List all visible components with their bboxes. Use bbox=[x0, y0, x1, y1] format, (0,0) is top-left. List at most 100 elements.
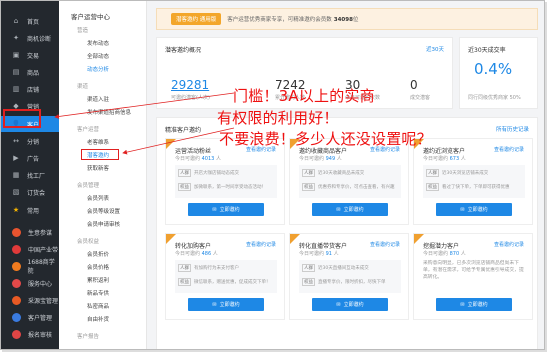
menu-group[interactable]: 客户报告 bbox=[77, 332, 99, 340]
rate-benchmark: 同行同级优秀商家 50% bbox=[468, 95, 521, 101]
nav-app-0[interactable]: 生意参谋 bbox=[1, 224, 59, 240]
invite-now-button[interactable]: ✉ 立即邀约 bbox=[436, 298, 512, 311]
nav-app-3[interactable]: 服务中心 bbox=[1, 275, 59, 291]
invite-count: 今日可邀约 870 人 bbox=[423, 251, 466, 257]
customer-highlight-box bbox=[3, 109, 41, 128]
nav-app-1[interactable]: 中国产业带 bbox=[1, 241, 59, 257]
annotation-line-3: 不要浪费！多少人还没设置呢？ bbox=[219, 130, 432, 148]
detail-tag: 人群 bbox=[178, 169, 191, 177]
nav-item-2[interactable]: ▣ 交易 bbox=[1, 47, 59, 63]
app-icon bbox=[12, 261, 21, 271]
nav-item-3[interactable]: ▤ 商品 bbox=[1, 64, 59, 80]
menu-group[interactable]: 客户运营 bbox=[77, 125, 99, 133]
nav-item-9[interactable]: ▦ 找工厂 bbox=[1, 167, 59, 183]
invite-count: 今日可邀约 486 人 bbox=[175, 251, 218, 257]
nav-app-label: 报名审核 bbox=[28, 331, 53, 339]
nav-app-4[interactable]: 采源宝管理 bbox=[1, 292, 59, 308]
invite-card: 转化加购客户 查看邀约记录今日可邀约 486 人人群 有加购行为未支付客户 权益 微信联… bbox=[165, 233, 285, 320]
invite-count: 今日可邀约 91 人 bbox=[299, 251, 339, 257]
app-icon bbox=[12, 312, 21, 322]
nav-app-5[interactable]: 客户管理 bbox=[1, 309, 59, 325]
history-link[interactable]: 所有历史记录 bbox=[496, 125, 529, 133]
menu-item[interactable]: 自由补货 bbox=[87, 315, 109, 323]
home-icon: ⌂ bbox=[13, 16, 19, 25]
menu-item[interactable]: 老客维系 bbox=[87, 138, 109, 146]
menu-item[interactable]: 获取新客 bbox=[87, 164, 109, 172]
nav-item-0[interactable]: ⌂ 首页 bbox=[1, 13, 59, 29]
menu-item[interactable]: 渠道入驻 bbox=[87, 95, 109, 103]
invite-card-title: 转化加购客户 bbox=[175, 243, 212, 250]
menu-item[interactable]: 累积返利 bbox=[87, 276, 109, 284]
invite-record-link[interactable]: 查看邀约记录 bbox=[246, 241, 276, 248]
menu-group[interactable]: 渠道 bbox=[77, 82, 88, 90]
nav-app-label: 客户管理 bbox=[28, 314, 53, 322]
nav-item-label: 商品 bbox=[27, 69, 40, 77]
main-content: 潜客邀约 通用版 客户运营优秀商家专享，可精准邀约会员数 34098位 潜客邀约概… bbox=[148, 1, 544, 349]
invite-detail-row: 人群 近30天直播间互动未成交 bbox=[302, 264, 398, 272]
nav-common-label: 常用 bbox=[27, 207, 40, 215]
stat-potential-value[interactable]: 29281 bbox=[171, 78, 210, 92]
nav-app-6[interactable]: 报名审核 bbox=[1, 326, 59, 342]
menu-item[interactable]: 私密商品 bbox=[87, 302, 109, 310]
detail-tag: 人群 bbox=[426, 169, 439, 177]
invite-detail-row: 人群 开店大咖店铺动态成交 bbox=[178, 169, 274, 177]
invite-details: 人群 有加购行为未支付客户 权益 微信联系，赠送优惠，促成成交下单！ bbox=[175, 260, 277, 293]
stat-deals-label: 成交潜客 bbox=[410, 95, 431, 101]
stat-potential: 29281 可邀约潜客(人次) bbox=[171, 78, 210, 101]
nav-item-7[interactable]: ↔ 分销 bbox=[1, 133, 59, 149]
invite-record-link[interactable]: 查看邀约记录 bbox=[370, 241, 400, 248]
invite-detail-row: 权益 看过了快下单，下单即可获得优惠 bbox=[426, 183, 522, 191]
invite-count: 今日可邀约 4013 人 bbox=[175, 156, 221, 162]
order-fair-icon: ▧ bbox=[12, 187, 20, 196]
invite-record-link[interactable]: 查看邀约记录 bbox=[494, 241, 524, 248]
nav-common[interactable]: ★ 常用 bbox=[1, 202, 59, 218]
annotation-line-2: 有权限的利用好！ bbox=[217, 109, 339, 127]
menu-item[interactable]: 会员等级设置 bbox=[87, 207, 120, 215]
invite-card-title: 挖掘潜力客户 bbox=[423, 243, 460, 250]
menu-group[interactable]: 会员权益 bbox=[77, 237, 99, 245]
menu-group[interactable]: 会员管理 bbox=[77, 181, 99, 189]
invite-details: 人群 近30天浏览店铺未成交 权益 看过了快下单，下单即可获得优惠 bbox=[423, 165, 525, 198]
menu-item[interactable]: 会员列表 bbox=[87, 194, 109, 202]
ad-icon: ▶ bbox=[13, 153, 19, 162]
invite-card: 运营活动粉丝 查看邀约记录 今日可邀约 4013 人人群 开店大咖店铺动态成交 权益 加微… bbox=[165, 138, 285, 225]
invite-detail-row: 权益 直播专享价，限时折扣，尽快下单 bbox=[302, 278, 398, 286]
factory-icon: ▦ bbox=[12, 170, 20, 179]
invite-now-button[interactable]: ✉ 立即邀约 bbox=[188, 203, 264, 216]
banner-text: 客户运营优秀商家专享，可精准邀约会员数 34098位 bbox=[227, 17, 359, 23]
nav-item-1[interactable]: ✦ 商机诊断 bbox=[1, 30, 59, 46]
stat-potential-label: 可邀约潜客(人次) bbox=[171, 95, 210, 101]
app-icon bbox=[12, 227, 21, 237]
detail-tag: 人群 bbox=[302, 169, 315, 177]
invite-card-title: 运营活动粉丝 bbox=[175, 148, 212, 155]
menu-item[interactable]: 发布渠道招商信息 bbox=[87, 108, 131, 116]
menu-item[interactable]: 会员申请审核 bbox=[87, 220, 120, 228]
invite-count: 今日可邀约 673 人 bbox=[423, 156, 466, 162]
nav-item-4[interactable]: ▥ 店铺 bbox=[1, 81, 59, 97]
menu-item[interactable]: 动态分析 bbox=[87, 65, 109, 73]
invite-now-button[interactable]: ✉ 立即邀约 bbox=[312, 298, 388, 311]
nav-app-2[interactable]: 1688商学院 bbox=[1, 258, 59, 275]
menu-item[interactable]: 发布动态 bbox=[87, 39, 109, 47]
invite-detail-row: 人群 近30天收藏商品未成交 bbox=[302, 169, 398, 177]
app-window: ⌂ 首页 ✦ 商机诊断 ▣ 交易 ▤ 商品 ▥ 店铺 ◆ 营销 👤 客户 ↔ 分销 ▶ 广告 ▦ 找工厂 ▧ 订货会 ★ 常用… bbox=[0, 0, 545, 350]
nav-item-8[interactable]: ▶ 广告 bbox=[1, 150, 59, 166]
menu-item[interactable]: 会员折价 bbox=[87, 250, 109, 258]
rate-value: 0.4% bbox=[474, 60, 513, 78]
menu-item[interactable]: 全部动态 bbox=[87, 52, 109, 60]
invite-detail-row: 权益 优惠券和专享价，可点击查看，有兴趣 bbox=[302, 183, 398, 191]
invite-now-button[interactable]: ✉ 立即邀约 bbox=[312, 203, 388, 216]
menu-item[interactable]: 会员价格 bbox=[87, 263, 109, 271]
menu-group[interactable]: 营造 bbox=[77, 26, 88, 34]
invite-now-button[interactable]: ✉ 立即邀约 bbox=[188, 298, 264, 311]
nav-item-label: 交易 bbox=[27, 52, 40, 60]
send-icon: ✉ bbox=[460, 301, 465, 308]
invite-now-button[interactable]: ✉ 立即邀约 bbox=[436, 203, 512, 216]
nav-item-10[interactable]: ▧ 订货会 bbox=[1, 184, 59, 200]
overview-range-link[interactable]: 近30天 bbox=[426, 45, 444, 53]
detail-text: 近30天直播间互动未成交 bbox=[318, 266, 369, 271]
invite-record-link[interactable]: 查看邀约记录 bbox=[494, 146, 524, 153]
menu-item[interactable]: 新品专供 bbox=[87, 289, 109, 297]
detail-text: 加微联系，第一时间享受动态活动！ bbox=[194, 185, 266, 190]
submenu-title: 客户运营中心 bbox=[71, 13, 110, 21]
